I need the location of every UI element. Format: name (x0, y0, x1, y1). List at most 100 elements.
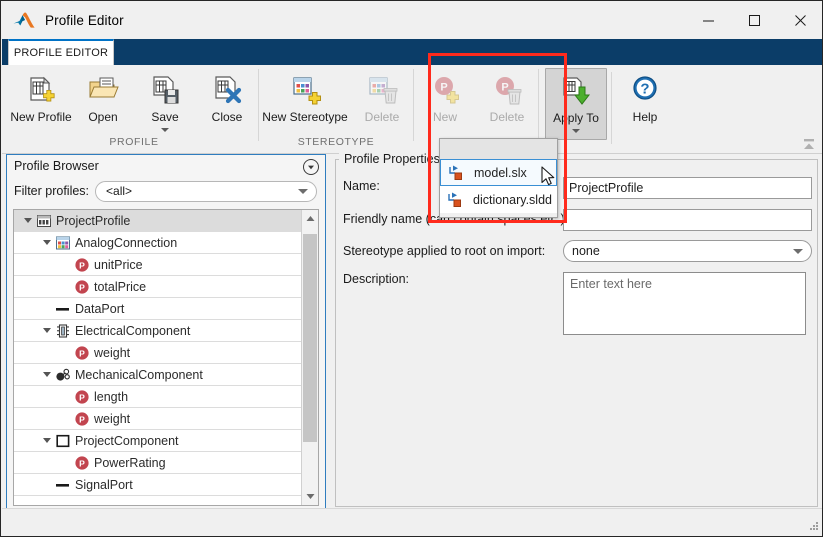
filter-profiles-select[interactable]: <all> (95, 181, 317, 202)
tree-expand-arrow-icon[interactable] (20, 210, 36, 232)
open-label: Open (88, 110, 117, 124)
tab-profile-editor[interactable]: PROFILE EDITOR (8, 39, 114, 65)
new-property-icon: P (429, 74, 461, 106)
save-button[interactable]: Save (134, 68, 196, 132)
tree-twisty-placeholder (58, 408, 74, 430)
profile-tree-row[interactable]: PPowerRating (14, 452, 302, 474)
profile-tree-row[interactable]: PunitPrice (14, 254, 302, 276)
port-line-icon (55, 477, 71, 493)
filter-profiles-row: Filter profiles: <all> (7, 177, 325, 205)
tree-twisty-placeholder (58, 452, 74, 474)
save-dropdown-caret-icon[interactable] (161, 128, 169, 132)
profile-tree-row[interactable]: Plength (14, 386, 302, 408)
apply-to-button[interactable]: Apply To (545, 68, 607, 140)
name-input-value: ProjectProfile (569, 181, 643, 195)
apply-to-menu: model.slx dictionary.sldd (439, 138, 558, 218)
svg-text:P: P (79, 282, 85, 292)
maximize-button[interactable] (731, 2, 777, 39)
open-button[interactable]: Open (72, 68, 134, 124)
new-profile-button[interactable]: New Profile (10, 68, 72, 124)
tree-twisty-placeholder (58, 276, 74, 298)
collapse-ribbon-icon[interactable] (801, 137, 817, 151)
filter-profiles-value: <all> (106, 184, 298, 198)
apply-to-dropdown-caret-icon[interactable] (572, 129, 580, 133)
filter-profiles-label: Filter profiles: (14, 184, 89, 198)
profile-tree-row[interactable]: MechanicalComponent (14, 364, 302, 386)
minimize-button[interactable] (685, 2, 731, 39)
tree-twisty-placeholder (58, 254, 74, 276)
save-label: Save (151, 110, 178, 124)
scroll-down-arrow-icon[interactable] (302, 488, 318, 505)
profile-tree-row[interactable]: ProjectComponent (14, 430, 302, 452)
new-stereotype-label: New Stereotype (262, 110, 347, 124)
friendly-name-input[interactable] (563, 209, 812, 231)
property-icon: P (74, 345, 90, 361)
profile-tree-row-label: MechanicalComponent (75, 368, 203, 382)
svg-text:?: ? (640, 81, 649, 98)
new-stereotype-button[interactable]: New Stereotype (259, 68, 351, 124)
close-button-ribbon[interactable]: Close (196, 68, 258, 124)
matlab-logo-icon (12, 11, 36, 31)
profile-tree-row[interactable]: Pweight (14, 408, 302, 430)
profile-tree-row[interactable]: PtotalPrice (14, 276, 302, 298)
apply-to-menu-item-dictionary-label: dictionary.sldd (473, 193, 552, 207)
profile-tree-row-label: AnalogConnection (75, 236, 177, 250)
property-icon: P (74, 257, 90, 273)
close-button[interactable] (777, 2, 823, 39)
profile-tree-row-label: unitPrice (94, 258, 143, 272)
tree-twisty-placeholder (58, 342, 74, 364)
delete-property-button[interactable]: P Delete (476, 68, 538, 124)
delete-stereotype-icon (366, 74, 398, 106)
svg-text:P: P (79, 348, 85, 358)
profile-browser-header: Profile Browser (7, 155, 325, 177)
simulink-model-icon (449, 165, 465, 181)
description-placeholder: Enter text here (570, 277, 652, 291)
svg-text:P: P (501, 82, 508, 94)
profile-tree[interactable]: ProjectProfile AnalogConnection PunitPrice… (13, 209, 319, 506)
name-input[interactable]: ProjectProfile (563, 177, 812, 199)
apply-to-menu-item-dictionary[interactable]: dictionary.sldd (440, 186, 557, 213)
ribbon: New Profile (2, 65, 823, 154)
scrollbar-thumb[interactable] (303, 234, 317, 442)
profile-tree-row[interactable]: ProjectProfile (14, 210, 302, 232)
ribbon-group-profile-label: PROFILE (10, 136, 258, 148)
profile-editor-window: Profile Editor PROFILE EDITOR (0, 0, 823, 537)
apply-to-menu-item-model[interactable]: model.slx (440, 159, 557, 186)
help-button[interactable]: ? Help (614, 68, 676, 124)
description-input[interactable]: Enter text here (563, 272, 806, 335)
profile-tree-row[interactable]: DataPort (14, 298, 302, 320)
scroll-up-arrow-icon[interactable] (302, 210, 318, 227)
description-row: Description: (343, 272, 409, 286)
delete-stereotype-button[interactable]: Delete (351, 68, 413, 124)
resize-grip-icon[interactable] (809, 522, 819, 532)
tree-expand-arrow-icon[interactable] (39, 232, 55, 254)
property-icon: P (74, 455, 90, 471)
new-profile-icon (25, 74, 57, 106)
property-icon: P (74, 389, 90, 405)
profile-properties-legend: Profile Properties (339, 152, 445, 166)
profile-tree-row[interactable]: ElectricalComponent (14, 320, 302, 342)
tree-expand-arrow-icon[interactable] (39, 430, 55, 452)
panel-chevron-down-icon[interactable] (303, 159, 319, 175)
profile-tree-scrollbar[interactable] (301, 210, 318, 505)
profile-tree-rows: ProjectProfile AnalogConnection PunitPrice… (14, 210, 302, 496)
stereotype-root-select[interactable]: none (563, 240, 812, 262)
new-stereotype-icon (289, 74, 321, 106)
help-question-icon: ? (629, 74, 661, 106)
open-folder-icon (87, 74, 119, 106)
profile-tree-row[interactable]: SignalPort (14, 474, 302, 496)
tree-twisty-placeholder (39, 474, 55, 496)
profile-tree-row-label: weight (94, 346, 130, 360)
tab-profile-editor-label: PROFILE EDITOR (14, 47, 108, 59)
tree-expand-arrow-icon[interactable] (39, 320, 55, 342)
new-property-button[interactable]: P New (414, 68, 476, 124)
profile-tree-row[interactable]: AnalogConnection (14, 232, 302, 254)
ribbon-tab-strip: PROFILE EDITOR (2, 39, 823, 65)
tree-expand-arrow-icon[interactable] (39, 364, 55, 386)
profile-tree-row[interactable]: Pweight (14, 342, 302, 364)
delete-stereotype-label: Delete (365, 110, 400, 124)
stereotype-root-value: none (572, 244, 793, 258)
profile-tree-row-label: DataPort (75, 302, 124, 316)
stereotype-root-row: Stereotype applied to root on import: (343, 244, 545, 258)
profile-browser-title: Profile Browser (14, 159, 99, 173)
